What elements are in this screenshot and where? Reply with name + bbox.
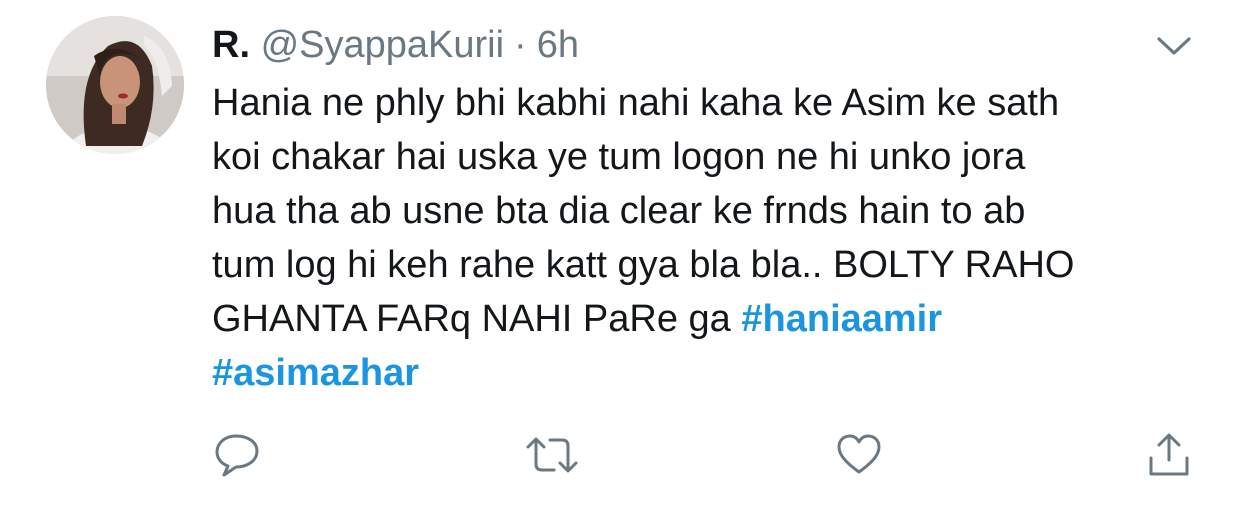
tweet-text-line: tum log hi keh rahe katt gya bla bla.. B… — [212, 244, 1075, 286]
tweet-text-line: hua tha ab usne bta dia clear ke frnds h… — [212, 190, 1026, 232]
hashtag-link[interactable]: #asimazhar — [212, 352, 419, 394]
reply-bubble-icon — [215, 434, 259, 477]
tweet-text-line: GHANTA FARq NAHI PaRe ga #haniaamir — [212, 292, 1212, 346]
timestamp[interactable]: 6h — [537, 24, 579, 66]
tweet-text-line: koi chakar hai uska ye tum logon ne hi u… — [212, 136, 1026, 178]
tweet-header: R. @SyappaKurii · 6h — [212, 22, 579, 68]
display-name[interactable]: R. — [212, 24, 250, 66]
reply-button[interactable] — [212, 430, 262, 480]
retweet-icon — [526, 437, 578, 473]
hashtag-link[interactable]: #haniaamir — [741, 298, 942, 340]
share-icon — [1149, 433, 1189, 476]
separator-dot: · — [514, 24, 527, 66]
share-button[interactable] — [1144, 430, 1194, 480]
chevron-down-icon[interactable] — [1156, 34, 1192, 58]
tweet-text-line: Hania ne phly bhi kabhi nahi kaha ke Asi… — [212, 82, 1060, 124]
like-button[interactable] — [834, 430, 884, 480]
retweet-button[interactable] — [524, 430, 578, 480]
avatar[interactable] — [46, 16, 184, 154]
tweet-text-line: #asimazhar — [212, 346, 1212, 400]
username[interactable]: @SyappaKurii — [261, 24, 504, 66]
tweet-text: Hania ne phly bhi kabhi nahi kaha ke Asi… — [212, 76, 1212, 400]
heart-icon — [837, 434, 881, 474]
tweet-text-segment: GHANTA FARq NAHI PaRe ga — [212, 298, 742, 340]
tweet-card: R. @SyappaKurii · 6h Hania ne phly bhi kab… — [0, 0, 1242, 505]
